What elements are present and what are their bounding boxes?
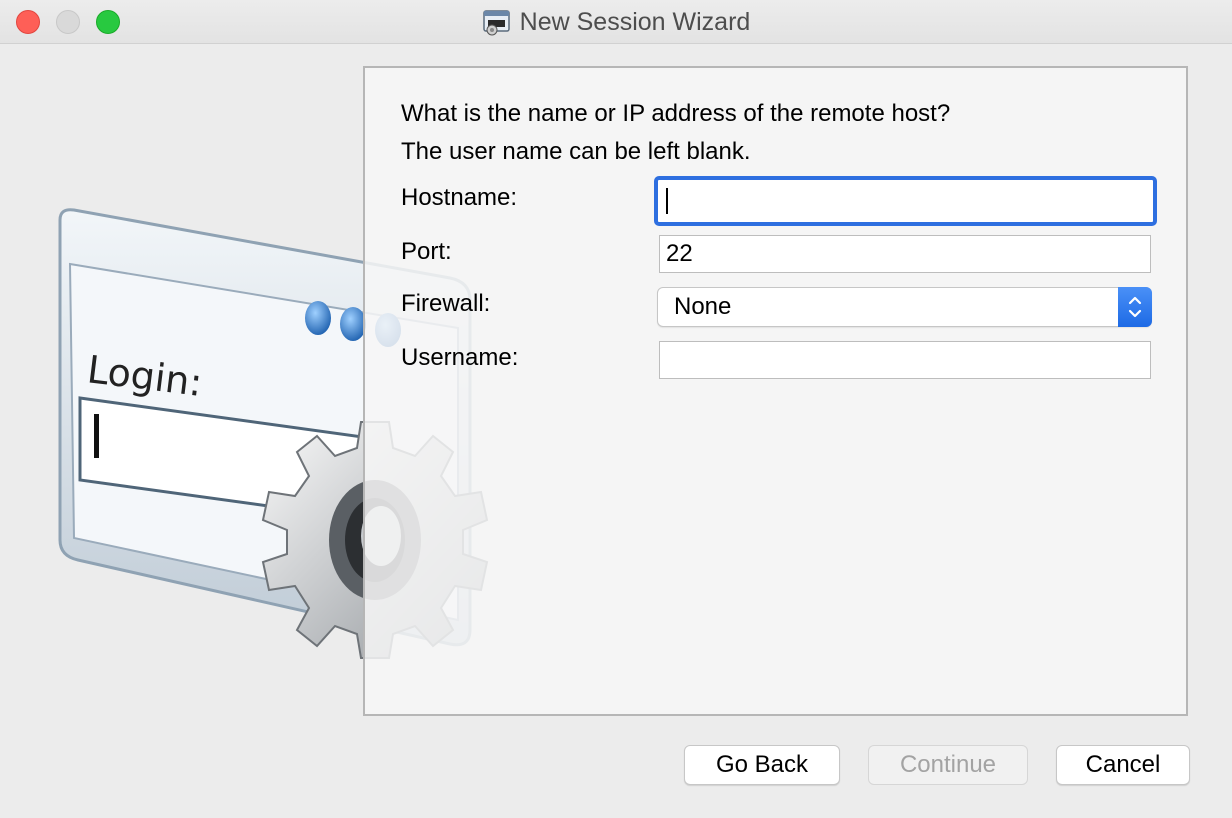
firewall-selected-value: None (674, 293, 732, 320)
session-app-icon (482, 10, 510, 36)
username-input[interactable] (659, 341, 1151, 379)
window-title-group: New Session Wizard (0, 5, 1232, 39)
updown-chevron-icon[interactable] (1118, 287, 1152, 327)
hostname-input[interactable] (654, 176, 1157, 226)
hostname-label: Hostname: (401, 184, 518, 211)
title-bar: New Session Wizard (0, 0, 1232, 44)
firewall-label: Firewall: (401, 290, 491, 317)
firewall-select[interactable]: None (657, 287, 1152, 327)
text-caret (666, 188, 668, 214)
username-label: Username: (401, 344, 519, 371)
go-back-button[interactable]: Go Back (684, 745, 840, 785)
port-label: Port: (401, 238, 452, 265)
wizard-content-panel: What is the name or IP address of the re… (363, 66, 1188, 716)
port-input[interactable] (659, 235, 1151, 273)
username-hint-line: The user name can be left blank. (401, 138, 751, 165)
host-prompt-line: What is the name or IP address of the re… (401, 100, 951, 127)
cancel-button[interactable]: Cancel (1056, 745, 1190, 785)
continue-button[interactable]: Continue (868, 745, 1028, 785)
window-title: New Session Wizard (519, 7, 751, 36)
